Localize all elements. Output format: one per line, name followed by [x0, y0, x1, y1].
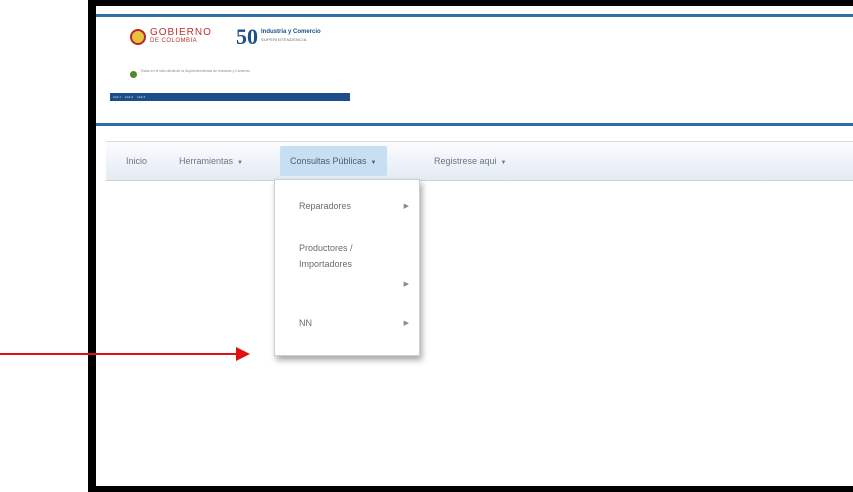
header-link-3[interactable]: Link 3	[137, 95, 145, 99]
annotation-arrow-line	[0, 353, 244, 355]
nav-item-consultas-publicas[interactable]: Consultas Públicas ▼	[280, 146, 387, 176]
browser-page: GOBIERNO DE COLOMBIA 50 Industria y Come…	[96, 6, 853, 486]
header-bottom-rule	[96, 123, 853, 126]
caret-down-icon: ▼	[500, 160, 507, 166]
nav-item-label: Herramientas	[179, 156, 234, 166]
gobierno-logo-line2: DE COLOMBIA	[150, 38, 198, 44]
nav-item-registrese-aqui[interactable]: Registrese aqui ▼	[434, 142, 507, 180]
caret-down-icon: ▼	[237, 160, 243, 166]
nav-item-label: Inicio	[126, 156, 148, 166]
header-blurb: Estas en el sitio oficial de la Superint…	[130, 69, 340, 78]
gobierno-logo[interactable]: GOBIERNO DE COLOMBIA	[130, 28, 212, 46]
caret-down-icon: ▼	[370, 160, 377, 166]
nav-item-label: Registrese aqui	[434, 156, 497, 166]
sic-50-logo[interactable]: 50 Industria y Comercio SUPERINTENDENCIA	[236, 26, 321, 48]
dropdown-item-productores-importadores[interactable]: Productores / Importadores ▶	[275, 240, 419, 290]
anniversary-line1: Industria y Comercio	[261, 29, 321, 35]
nav-item-herramientas[interactable]: Herramientas ▼	[179, 142, 243, 180]
header-link-2[interactable]: Link 2	[125, 95, 133, 99]
header-link-1[interactable]: Link 1	[113, 95, 121, 99]
dropdown-item-nn[interactable]: NN ▶	[275, 315, 419, 335]
main-navbar: Inicio Herramientas ▼ Consultas Públicas ▼…	[106, 141, 853, 181]
anniversary-number: 50	[236, 24, 258, 49]
chevron-right-icon: ▶	[403, 281, 409, 288]
header-top-rule	[96, 14, 853, 17]
header-blurb-text: Estas en el sitio oficial de la Superint…	[141, 69, 251, 73]
dropdown-item-reparadores[interactable]: Reparadores ▶	[275, 198, 419, 218]
dropdown-item-label: NN	[299, 318, 312, 328]
gobierno-logo-line1: GOBIERNO	[150, 27, 212, 38]
annotation-arrow-head-icon	[236, 347, 250, 361]
chevron-right-icon: ▶	[403, 203, 409, 210]
nav-item-inicio[interactable]: Inicio	[126, 142, 147, 180]
anniversary-line2: SUPERINTENDENCIA	[261, 37, 307, 42]
nav-item-label: Consultas Públicas	[290, 156, 367, 166]
colombia-seal-icon	[130, 29, 146, 45]
globe-icon	[130, 71, 137, 78]
dropdown-item-label: Reparadores	[299, 201, 352, 211]
consultas-publicas-dropdown: Reparadores ▶ Productores / Importadores…	[274, 179, 420, 356]
chevron-right-icon: ▶	[403, 320, 409, 327]
header-link-bar: Link 1 Link 2 Link 3	[110, 93, 350, 101]
dropdown-item-label: Productores / Importadores	[299, 243, 353, 269]
